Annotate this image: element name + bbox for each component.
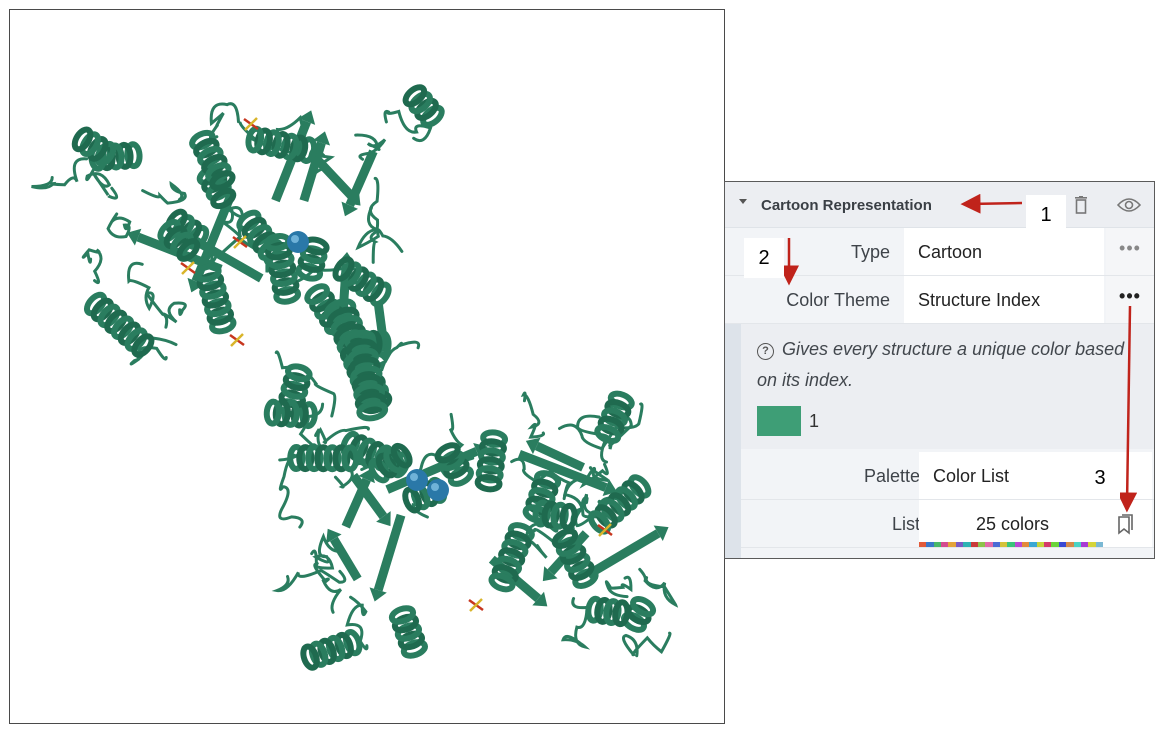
collapse-caret-icon[interactable] <box>739 199 747 204</box>
structure-index-label: 1 <box>809 411 820 431</box>
structure-color-swatch <box>757 406 801 436</box>
type-select[interactable]: Cartoon <box>904 228 1104 275</box>
type-more-button[interactable]: ••• <box>1106 228 1154 275</box>
help-icon: ? <box>757 343 774 360</box>
color-theme-select[interactable]: Structure Index <box>904 276 1104 323</box>
panel-header[interactable]: Cartoon Representation <box>725 182 1154 228</box>
type-row: Type Cartoon ••• <box>725 228 1154 276</box>
color-theme-more-button[interactable]: ••• <box>1106 276 1154 323</box>
molecule-viewport[interactable] <box>9 9 725 724</box>
color-theme-row: Color Theme Structure Index ••• <box>725 276 1154 324</box>
protein-cartoon-structure[interactable] <box>10 10 725 724</box>
eye-icon[interactable] <box>1117 197 1141 213</box>
list-label: List <box>891 514 920 534</box>
representation-title[interactable]: Cartoon Representation <box>761 197 932 214</box>
annotation-number-1: 1 <box>1026 195 1066 235</box>
color-theme-label: Color Theme <box>786 290 890 310</box>
list-row: List 25 colors <box>741 500 1154 548</box>
bookmark-icon[interactable] <box>1117 513 1135 535</box>
theme-description: Gives every structure a unique color bas… <box>757 339 1125 390</box>
representation-panel: Cartoon Representation Type Cartoon ••• … <box>724 181 1155 559</box>
annotation-number-2: 2 <box>744 238 784 278</box>
theme-options-indent <box>725 324 741 558</box>
trash-icon[interactable] <box>1074 196 1088 214</box>
type-label: Type <box>850 242 890 262</box>
annotation-number-3: 3 <box>1080 458 1120 498</box>
color-list-preview-bar <box>919 542 1103 547</box>
palette-label: Palette <box>863 466 920 486</box>
theme-help-text: ? Gives every structure a unique color ba… <box>757 334 1142 396</box>
